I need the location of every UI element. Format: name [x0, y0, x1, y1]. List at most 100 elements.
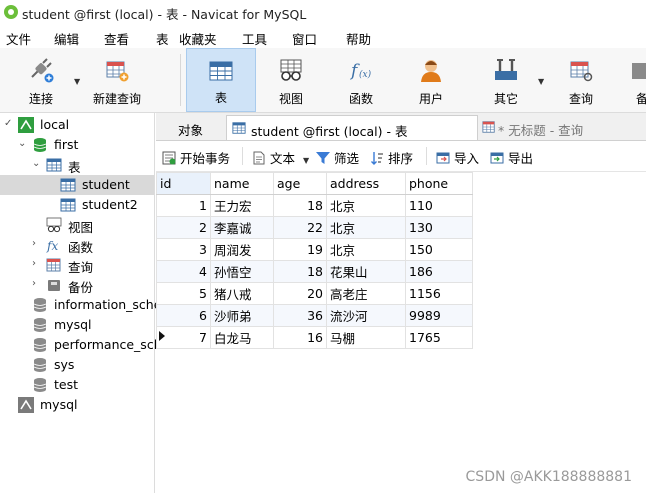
connect-dropdown-caret[interactable]: ▼ [74, 77, 80, 86]
cell-address[interactable]: 流沙河 [326, 304, 406, 327]
table-icon [46, 158, 62, 172]
tree-database-performance-schema[interactable]: performance_sch [0, 335, 162, 355]
menu-file[interactable]: 文件 [6, 29, 31, 48]
tree-connection-local[interactable]: ✓ local [0, 115, 154, 135]
menu-edit[interactable]: 编辑 [54, 29, 79, 48]
cell-phone[interactable]: 110 [405, 194, 473, 217]
table-row[interactable]: 1 王力宏 18 北京 110 [156, 194, 473, 217]
cell-phone[interactable]: 1765 [405, 326, 473, 349]
filter-button[interactable]: 筛选 [316, 148, 359, 167]
table-row[interactable]: 6 沙师弟 36 流沙河 9989 [156, 304, 473, 327]
other-dropdown-caret[interactable]: ▼ [538, 77, 544, 86]
cell-id[interactable]: 2 [156, 216, 211, 239]
table-row[interactable]: 2 李嘉诚 22 北京 130 [156, 216, 473, 239]
cell-id[interactable]: 1 [156, 194, 211, 217]
table-icon [60, 178, 76, 192]
table-button[interactable]: 表 [186, 48, 256, 112]
cell-name[interactable]: 周润发 [210, 238, 274, 261]
tab-untitled-query[interactable]: * 无标题 - 查询 [478, 115, 646, 140]
expand-arrow-icon[interactable]: › [32, 258, 36, 269]
cell-phone[interactable]: 150 [405, 238, 473, 261]
cell-age[interactable]: 19 [273, 238, 327, 261]
table-row[interactable]: 5 猪八戒 20 高老庄 1156 [156, 282, 473, 305]
tree-queries-group[interactable]: › 查询 [0, 255, 154, 275]
tree-database-mysql[interactable]: mysql [0, 315, 154, 335]
menu-favorites[interactable]: 收藏夹 [179, 29, 217, 48]
sort-button[interactable]: 排序 [370, 148, 413, 167]
cell-address[interactable]: 北京 [326, 194, 406, 217]
cell-name[interactable]: 沙师弟 [210, 304, 274, 327]
tree-table-student2[interactable]: student2 [0, 195, 154, 215]
cell-name[interactable]: 猪八戒 [210, 282, 274, 305]
cell-address[interactable]: 北京 [326, 216, 406, 239]
cell-address[interactable]: 高老庄 [326, 282, 406, 305]
cell-name[interactable]: 王力宏 [210, 194, 274, 217]
user-button[interactable]: 用户 [398, 48, 464, 112]
begin-transaction-button[interactable]: 开始事务 [162, 148, 230, 167]
cell-address[interactable]: 北京 [326, 238, 406, 261]
view-button[interactable]: 视图 [258, 48, 324, 112]
cell-age[interactable]: 36 [273, 304, 327, 327]
new-query-button[interactable]: 新建查询 [86, 48, 148, 112]
tree-database-sys[interactable]: sys [0, 355, 154, 375]
cell-id[interactable]: 5 [156, 282, 211, 305]
column-header-age[interactable]: age [273, 172, 327, 195]
cell-age[interactable]: 18 [273, 260, 327, 283]
backup-button[interactable]: 备 [624, 48, 646, 112]
tab-objects[interactable]: 对象 [156, 115, 226, 140]
cell-name[interactable]: 孙悟空 [210, 260, 274, 283]
table-row[interactable]: 4 孙悟空 18 花果山 186 [156, 260, 473, 283]
cell-name[interactable]: 白龙马 [210, 326, 274, 349]
cell-age[interactable]: 20 [273, 282, 327, 305]
cell-phone[interactable]: 9989 [405, 304, 473, 327]
cell-id[interactable]: 6 [156, 304, 211, 327]
connect-button[interactable]: ▼ 连接 [8, 48, 80, 112]
table-row[interactable]: 7 白龙马 16 马棚 1765 [156, 326, 473, 349]
collapse-arrow-icon[interactable]: ⌄ [18, 138, 26, 149]
tree-tables-group[interactable]: ⌄ 表 [0, 155, 154, 175]
export-button[interactable]: 导出 [490, 148, 533, 167]
cell-address[interactable]: 花果山 [326, 260, 406, 283]
tree-functions-group[interactable]: › fx 函数 [0, 235, 154, 255]
window-title: student @first (local) - 表 - Navicat for… [22, 7, 307, 22]
cell-address[interactable]: 马棚 [326, 326, 406, 349]
menu-view[interactable]: 查看 [104, 29, 129, 48]
collapse-arrow-icon[interactable]: ⌄ [32, 158, 40, 169]
other-button[interactable]: ▼ 其它 [470, 48, 544, 112]
cell-age[interactable]: 18 [273, 194, 327, 217]
cell-phone[interactable]: 186 [405, 260, 473, 283]
tab-student-table[interactable]: student @first (local) - 表 [226, 115, 478, 140]
query-button[interactable]: 查询 [548, 48, 614, 112]
tree-database-information-schema[interactable]: information_sche [0, 295, 161, 315]
table-row[interactable]: 3 周润发 19 北京 150 [156, 238, 473, 261]
cell-age[interactable]: 22 [273, 216, 327, 239]
tree-database-first[interactable]: ⌄ first [0, 135, 154, 155]
column-header-name[interactable]: name [210, 172, 274, 195]
tree-views-group[interactable]: 视图 [0, 215, 154, 235]
menu-table[interactable]: 表 [156, 29, 169, 48]
column-header-id[interactable]: id [156, 172, 211, 195]
tree-connection-mysql[interactable]: mysql [0, 395, 154, 415]
text-button[interactable]: 文本 ▼ [252, 148, 309, 167]
import-button[interactable]: 导入 [436, 148, 479, 167]
cell-phone[interactable]: 1156 [405, 282, 473, 305]
cell-id[interactable]: 3 [156, 238, 211, 261]
expand-arrow-icon[interactable]: › [32, 278, 36, 289]
function-button[interactable]: f (x) 函数 [328, 48, 394, 112]
tree-backups-group[interactable]: › 备份 [0, 275, 154, 295]
cell-age[interactable]: 16 [273, 326, 327, 349]
menu-help[interactable]: 帮助 [346, 29, 371, 48]
tree-table-student[interactable]: student [0, 175, 154, 195]
menu-window[interactable]: 窗口 [292, 29, 317, 48]
cell-id[interactable]: 4 [156, 260, 211, 283]
menu-tools[interactable]: 工具 [242, 29, 267, 48]
cell-name[interactable]: 李嘉诚 [210, 216, 274, 239]
collapse-arrow-icon[interactable]: ✓ [4, 118, 12, 129]
tree-label: performance_sch [54, 337, 162, 352]
text-dropdown-caret[interactable]: ▼ [303, 156, 309, 165]
cell-phone[interactable]: 130 [405, 216, 473, 239]
column-header-phone[interactable]: phone [405, 172, 473, 195]
expand-arrow-icon[interactable]: › [32, 238, 36, 249]
tree-database-test[interactable]: test [0, 375, 154, 395]
column-header-address[interactable]: address [326, 172, 406, 195]
